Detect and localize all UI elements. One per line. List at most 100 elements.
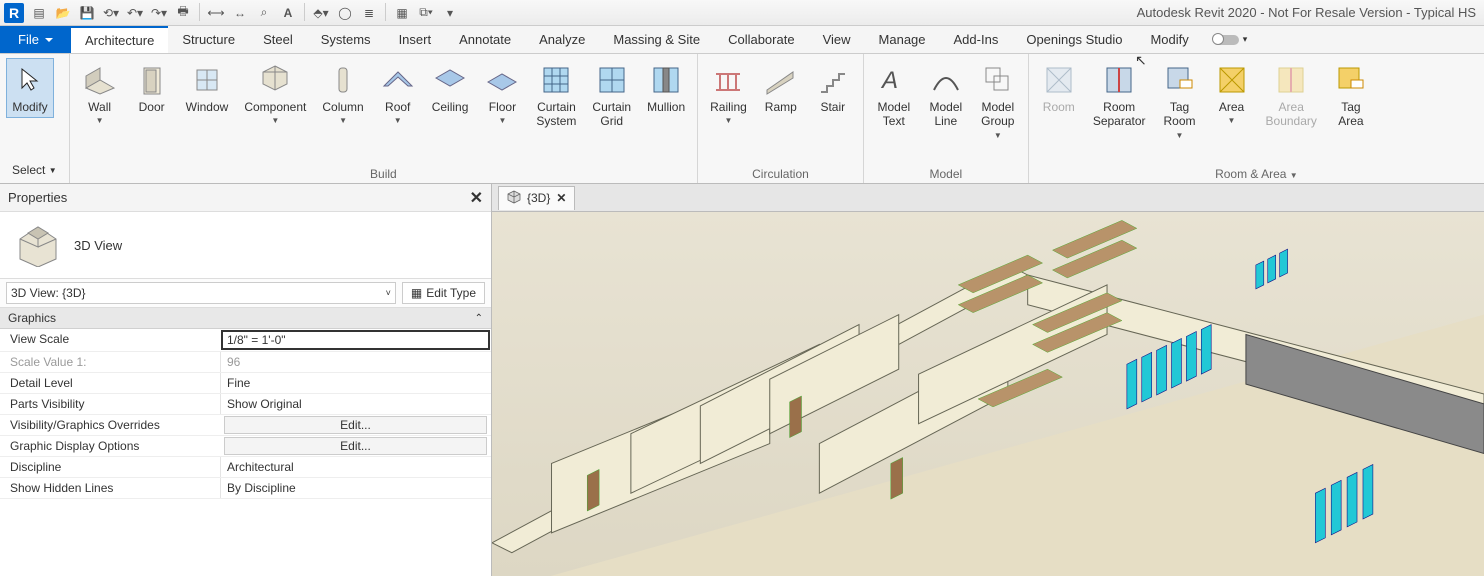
- qat-save-icon[interactable]: 💾: [76, 3, 98, 23]
- model-line-icon: [928, 62, 964, 98]
- area-boundary-icon: [1273, 62, 1309, 98]
- qat-close-inactive-icon[interactable]: ▦: [391, 3, 413, 23]
- qat-undo-icon[interactable]: ↶▾: [124, 3, 146, 23]
- modify-button[interactable]: Modify: [6, 58, 54, 118]
- tab-steel[interactable]: Steel: [249, 26, 307, 53]
- prop-value[interactable]: Architectural: [220, 457, 491, 477]
- select-dropdown[interactable]: Select ▼: [6, 159, 63, 181]
- prop-row-parts-vis[interactable]: Parts VisibilityShow Original: [0, 394, 491, 415]
- prop-name: Visibility/Graphics Overrides: [0, 415, 220, 435]
- qat-text-icon[interactable]: A: [277, 3, 299, 23]
- qat-customize-icon[interactable]: ▾: [439, 3, 461, 23]
- tag-room-button[interactable]: Tag Room▼: [1156, 58, 1204, 144]
- cube-icon: [507, 190, 521, 207]
- tab-analyze[interactable]: Analyze: [525, 26, 599, 53]
- column-button[interactable]: Column▼: [316, 58, 369, 129]
- stair-button[interactable]: Stair: [809, 58, 857, 118]
- tab-modify[interactable]: Modify: [1136, 26, 1202, 53]
- prop-row-discipline[interactable]: DisciplineArchitectural: [0, 457, 491, 478]
- ramp-button[interactable]: Ramp: [757, 58, 805, 118]
- group-label-circulation: Circulation: [704, 163, 857, 181]
- qat-align-dim-icon[interactable]: ↔: [229, 3, 251, 23]
- prop-category-graphics[interactable]: Graphics ⌃: [0, 308, 491, 329]
- prop-value[interactable]: By Discipline: [220, 478, 491, 498]
- qat-measure-icon[interactable]: ⟷: [205, 3, 227, 23]
- railing-button[interactable]: Railing▼: [704, 58, 753, 129]
- type-selector-label: 3D View: [74, 238, 122, 253]
- model-text-button[interactable]: AModel Text: [870, 58, 918, 133]
- qat-section-icon[interactable]: ◯: [334, 3, 356, 23]
- curtain-system-button[interactable]: Curtain System: [530, 58, 582, 133]
- qat-switch-windows-icon[interactable]: ⧉▾: [415, 3, 437, 23]
- prop-value[interactable]: Fine: [220, 373, 491, 393]
- ceiling-icon: [432, 62, 468, 98]
- prop-name: Parts Visibility: [0, 394, 220, 414]
- tab-addins[interactable]: Add-Ins: [940, 26, 1013, 53]
- quick-access-toolbar: ▤ 📂 💾 ⟲▾ ↶▾ ↷▾ 🖶 ⟷ ↔ ⌕ A ⬘▾ ◯ ≣ ▦ ⧉▾ ▾: [28, 3, 461, 23]
- instance-dropdown[interactable]: 3D View: {3D}˅: [6, 282, 396, 304]
- category-collapse-icon[interactable]: ⌃: [475, 313, 483, 324]
- prop-value[interactable]: 1/8" = 1'-0": [221, 330, 490, 350]
- ribbon-group-select: Modify Select ▼: [0, 54, 70, 183]
- prop-row-graphic-display[interactable]: Graphic Display OptionsEdit...: [0, 436, 491, 457]
- view-tab-label: {3D}: [527, 191, 550, 205]
- prop-row-view-scale[interactable]: View Scale1/8" = 1'-0": [0, 329, 491, 352]
- mullion-button[interactable]: Mullion: [641, 58, 691, 118]
- model-group-button[interactable]: Model Group▼: [974, 58, 1022, 144]
- qat-tag-icon[interactable]: ⌕: [253, 3, 275, 23]
- qat-sync-icon[interactable]: ⟲▾: [100, 3, 122, 23]
- curtain-grid-button[interactable]: Curtain Grid: [586, 58, 637, 133]
- tab-structure[interactable]: Structure: [168, 26, 249, 53]
- qat-home-icon[interactable]: ▤: [28, 3, 50, 23]
- tab-manage[interactable]: Manage: [865, 26, 940, 53]
- properties-close-icon[interactable]: ✕: [470, 188, 483, 208]
- ribbon-toggle[interactable]: ▾: [1213, 26, 1248, 53]
- prop-row-vis-graphics[interactable]: Visibility/Graphics OverridesEdit...: [0, 415, 491, 436]
- ceiling-button[interactable]: Ceiling: [426, 58, 475, 118]
- ribbon-group-room-area: Room Room Separator Tag Room▼ Area▼ Area…: [1029, 54, 1484, 183]
- qat-open-icon[interactable]: 📂: [52, 3, 74, 23]
- properties-grid[interactable]: Graphics ⌃ View Scale1/8" = 1'-0"Scale V…: [0, 308, 491, 576]
- tab-insert[interactable]: Insert: [385, 26, 446, 53]
- tab-systems[interactable]: Systems: [307, 26, 385, 53]
- revit-logo-icon[interactable]: R: [4, 3, 24, 23]
- view-tab-3d[interactable]: {3D} ✕: [498, 186, 575, 210]
- room-separator-button[interactable]: Room Separator: [1087, 58, 1152, 133]
- tab-annotate[interactable]: Annotate: [445, 26, 525, 53]
- qat-thinlines-icon[interactable]: ≣: [358, 3, 380, 23]
- floor-button[interactable]: Floor▼: [478, 58, 526, 129]
- tab-openings-studio[interactable]: Openings Studio: [1012, 26, 1136, 53]
- prop-row-show-hidden[interactable]: Show Hidden LinesBy Discipline: [0, 478, 491, 499]
- qat-redo-icon[interactable]: ↷▾: [148, 3, 170, 23]
- ribbon-group-model: AModel Text Model Line Model Group▼ Mode…: [864, 54, 1029, 183]
- area-button[interactable]: Area▼: [1208, 58, 1256, 129]
- tab-architecture[interactable]: Architecture: [71, 26, 168, 53]
- window-button[interactable]: Window: [180, 58, 235, 118]
- svg-text:A: A: [880, 67, 898, 94]
- view-canvas-3d[interactable]: [492, 212, 1484, 576]
- wall-button[interactable]: Wall▼: [76, 58, 124, 129]
- component-button[interactable]: Component▼: [238, 58, 312, 129]
- cursor-arrow-icon: [12, 62, 48, 98]
- model-line-button[interactable]: Model Line: [922, 58, 970, 133]
- column-icon: [325, 62, 361, 98]
- tab-view[interactable]: View: [809, 26, 865, 53]
- qat-print-icon[interactable]: 🖶: [172, 3, 194, 23]
- prop-row-detail-level[interactable]: Detail LevelFine: [0, 373, 491, 394]
- prop-edit-button[interactable]: Edit...: [224, 437, 487, 455]
- workspace: Properties ✕ 3D View 3D View: {3D}˅ ▦ Ed…: [0, 184, 1484, 576]
- tab-collaborate[interactable]: Collaborate: [714, 26, 809, 53]
- edit-type-button[interactable]: ▦ Edit Type: [402, 282, 485, 304]
- prop-edit-button[interactable]: Edit...: [224, 416, 487, 434]
- file-menu[interactable]: File: [0, 26, 71, 53]
- tag-area-button[interactable]: Tag Area: [1327, 58, 1375, 133]
- roof-button[interactable]: Roof▼: [374, 58, 422, 129]
- type-selector[interactable]: 3D View: [0, 212, 491, 278]
- prop-value[interactable]: Show Original: [220, 394, 491, 414]
- tab-massing-site[interactable]: Massing & Site: [599, 26, 714, 53]
- room-button: Room: [1035, 58, 1083, 118]
- qat-3d-icon[interactable]: ⬘▾: [310, 3, 332, 23]
- door-button[interactable]: Door: [128, 58, 176, 118]
- group-label-room-area[interactable]: Room & Area ▼: [1035, 163, 1478, 181]
- view-tab-close-icon[interactable]: ✕: [556, 191, 566, 205]
